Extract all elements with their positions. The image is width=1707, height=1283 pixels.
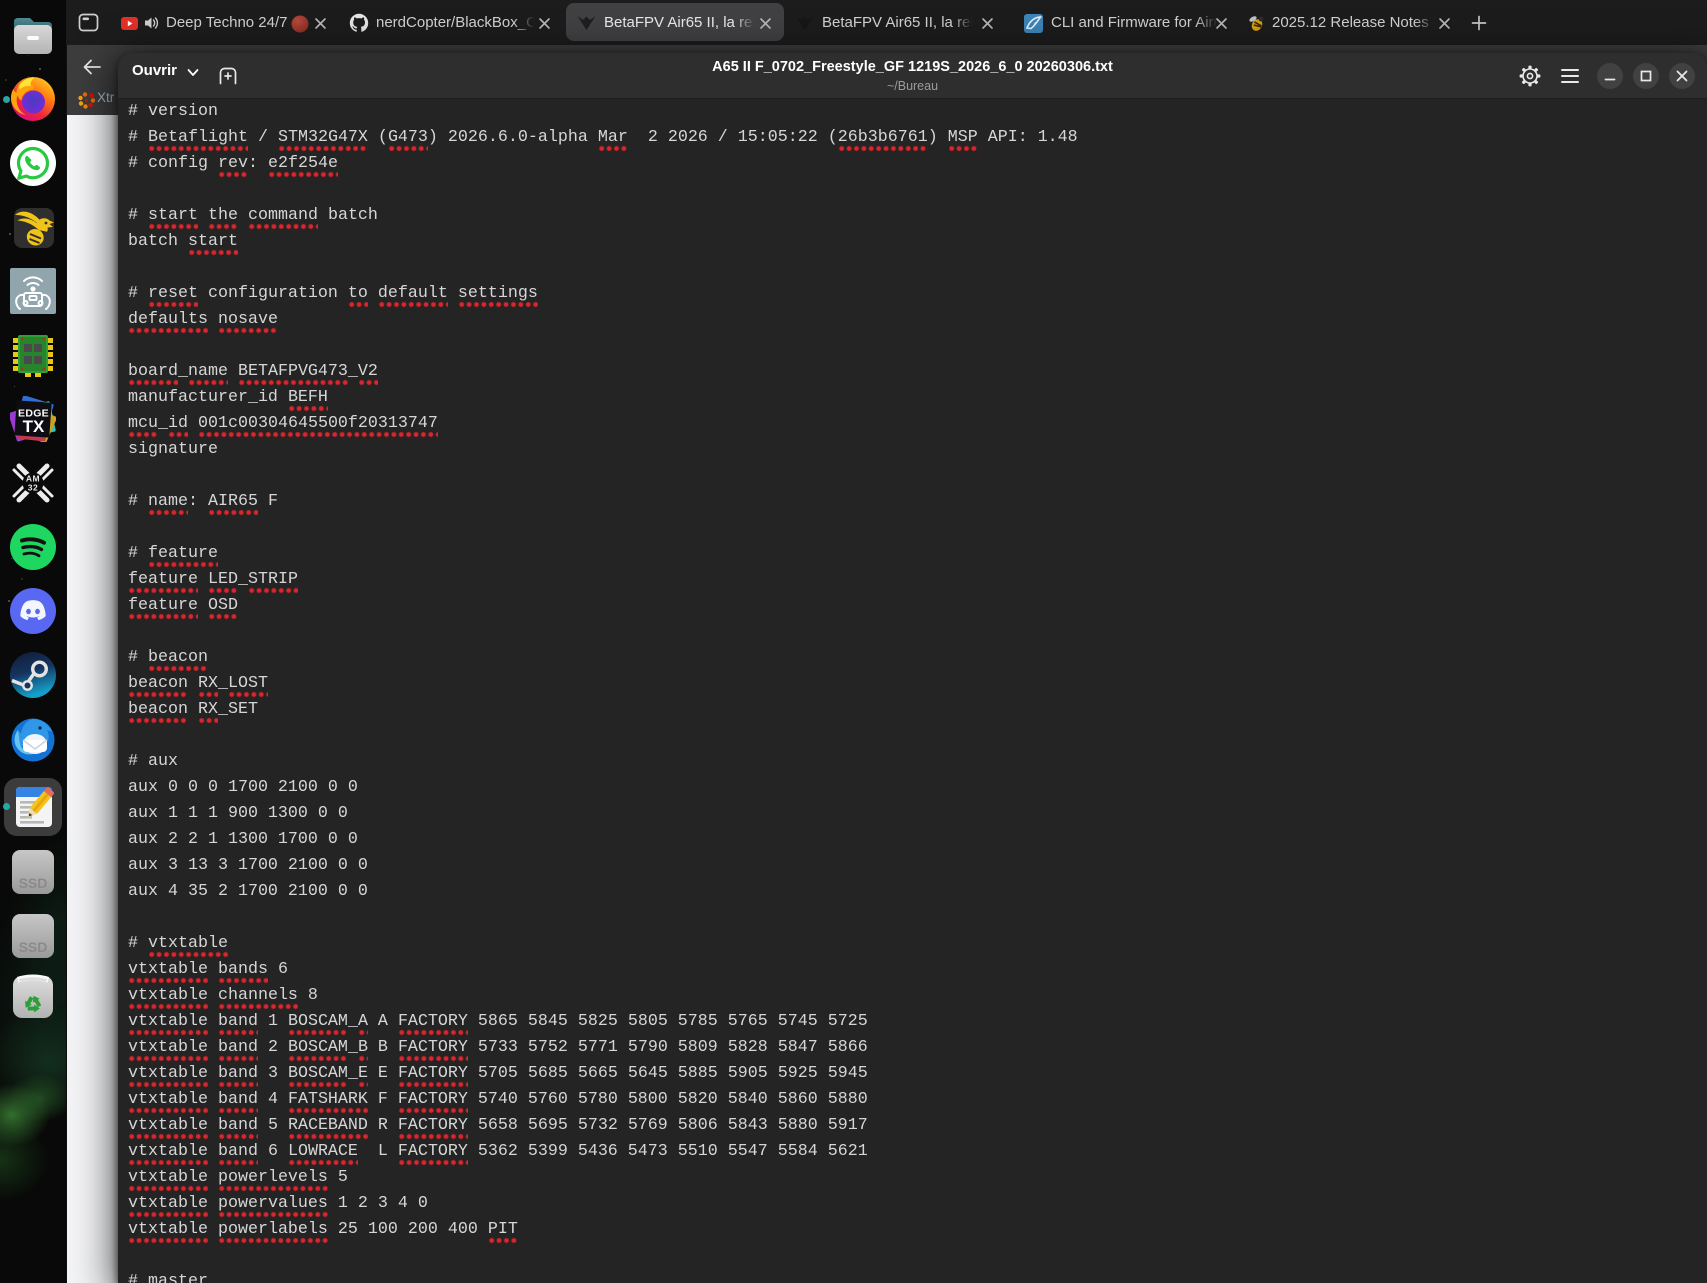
svg-text:32: 32 xyxy=(28,483,38,493)
svg-text:SSD: SSD xyxy=(19,939,48,955)
svg-text:SSD: SSD xyxy=(19,875,48,891)
svg-text:TX: TX xyxy=(23,417,45,436)
